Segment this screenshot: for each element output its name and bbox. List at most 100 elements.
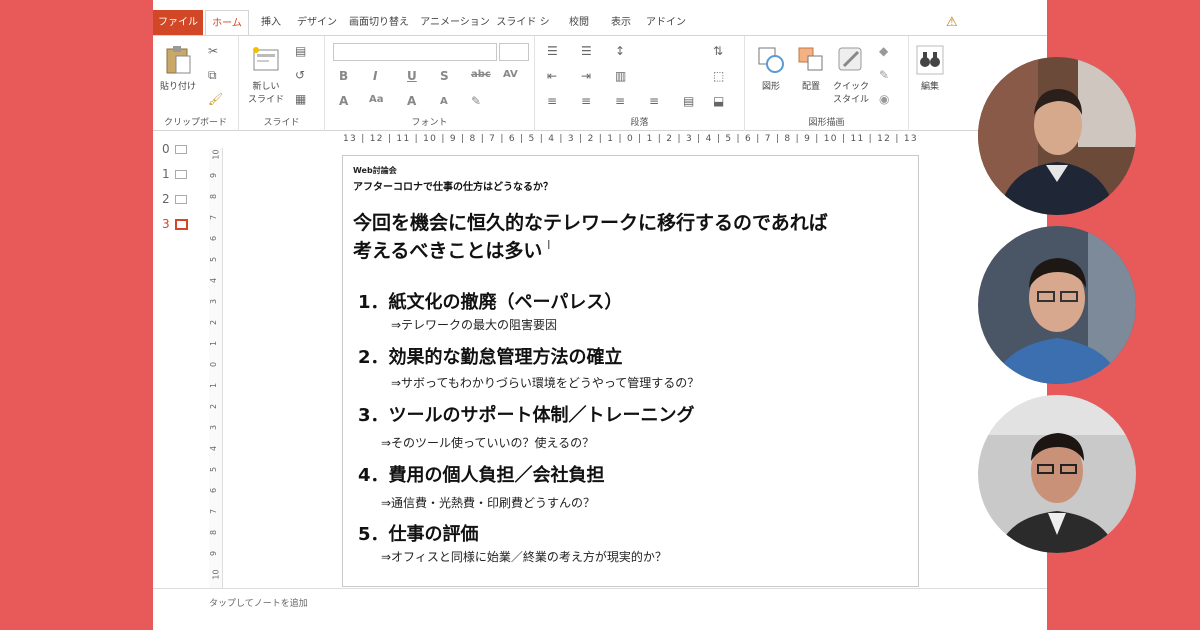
thumbnail-number: 2 — [162, 192, 170, 206]
list-item-note: ⇒テレワークの最大の阻害要因 — [391, 318, 558, 332]
tab-slideshow[interactable]: スライド ショー — [493, 10, 553, 53]
align-text-icon[interactable]: ⬚ — [713, 69, 724, 83]
vruler-tick: 2 — [209, 319, 219, 326]
font-color-icon[interactable]: A — [339, 94, 348, 108]
strikethrough-icon[interactable]: abc — [471, 69, 491, 80]
group-label-paragraph: 段落 — [630, 118, 649, 128]
bold-icon[interactable]: B — [339, 69, 348, 83]
smartart-icon[interactable]: ⬓ — [713, 94, 724, 108]
ribbon-tab-bar: ファイル ホーム 挿入 デザイン 画面切り替え アニメーション スライド ショー… — [153, 10, 1047, 53]
copy-icon[interactable]: ⧉ — [208, 68, 217, 83]
tab-addins[interactable]: アドイン — [643, 10, 689, 35]
numbering-icon[interactable]: ☰ — [581, 44, 592, 58]
vruler-tick: 8 — [209, 529, 219, 536]
shadow-icon[interactable]: S — [440, 69, 449, 83]
arrange-icon — [798, 47, 823, 71]
columns-icon[interactable]: ▥ — [615, 69, 626, 83]
participant-avatar — [978, 57, 1136, 215]
vruler-tick: 3 — [209, 298, 219, 305]
vruler-tick: 6 — [209, 235, 219, 242]
group-label-drawing: 図形描画 — [808, 118, 845, 128]
line-spacing-icon[interactable]: ↕ — [615, 44, 625, 58]
tab-view[interactable]: 表示 — [603, 10, 639, 35]
shape-effects-icon[interactable]: ◉ — [879, 92, 889, 106]
font-size-select[interactable] — [499, 43, 529, 61]
distributed-icon[interactable]: ▤ — [683, 94, 694, 108]
vruler-tick: 8 — [209, 193, 219, 200]
participant-avatar — [978, 395, 1136, 553]
arrange-button[interactable]: 配置 — [791, 44, 831, 92]
align-center-icon[interactable]: ≡ — [581, 94, 591, 108]
group-font: B I U S abc AV A Aa A A ✎ フォント — [325, 36, 535, 131]
tab-transitions[interactable]: 画面切り替え — [345, 10, 413, 35]
list-item-note: ⇒オフィスと同様に始業／終業の考え方が現実的か？ — [381, 550, 667, 564]
layout-icon[interactable]: ▤ — [295, 44, 306, 58]
tab-home[interactable]: ホーム — [205, 10, 249, 36]
tab-file[interactable]: ファイル — [153, 10, 203, 35]
bullets-icon[interactable]: ☰ — [547, 44, 558, 58]
vruler-tick: 10 — [211, 569, 221, 580]
vruler-tick: 5 — [209, 256, 219, 263]
slide-thumbnail[interactable]: 2 — [162, 192, 187, 206]
thumbnail-preview — [174, 170, 187, 179]
align-left-icon[interactable]: ≡ — [547, 94, 557, 108]
align-right-icon[interactable]: ≡ — [615, 94, 625, 108]
group-label-slides: スライド — [263, 118, 300, 128]
section-icon[interactable]: ▦ — [295, 92, 306, 106]
edit-button[interactable]: 編集 — [913, 44, 947, 92]
italic-icon[interactable]: I — [373, 69, 377, 83]
vruler-tick: 4 — [209, 445, 219, 452]
tab-review[interactable]: 校閲 — [561, 10, 597, 35]
underline-icon[interactable]: U — [407, 69, 417, 83]
paste-button[interactable]: 貼り付け — [158, 44, 198, 92]
slide-thumbnail-active[interactable]: 3 — [162, 217, 188, 231]
edit-label: 編集 — [920, 82, 939, 92]
quick-style-label-2: スタイル — [832, 95, 869, 105]
decrease-indent-icon[interactable]: ⇤ — [547, 69, 557, 83]
slide-thumbnail[interactable]: 0 — [162, 142, 187, 156]
notes-divider — [153, 588, 1047, 589]
paste-label: 貼り付け — [159, 82, 196, 92]
justify-icon[interactable]: ≡ — [649, 94, 659, 108]
participant-video-2 — [978, 226, 1136, 384]
vruler-tick: 4 — [209, 277, 219, 284]
cut-icon[interactable]: ✂ — [208, 44, 218, 58]
participant-avatar — [978, 226, 1136, 384]
change-case-icon[interactable]: Aa — [369, 94, 384, 105]
vertical-ruler: 10 9 8 7 6 5 4 3 2 1 0 1 2 3 4 5 6 7 8 9… — [209, 148, 223, 588]
new-slide-label-1: 新しい — [252, 82, 280, 92]
list-item-heading: 4．費用の個人負担／会社負担 — [358, 465, 605, 486]
shrink-font-icon[interactable]: A — [440, 96, 448, 107]
char-spacing-icon[interactable]: AV — [503, 69, 518, 80]
slide-canvas[interactable]: Web討論会 アフターコロナで仕事の仕方はどうなるか？ 今回を機会に恒久的なテレ… — [342, 155, 919, 587]
grow-font-icon[interactable]: A — [407, 94, 416, 108]
warning-icon[interactable]: ⚠ — [946, 15, 958, 30]
text-direction-icon[interactable]: ⇅ — [713, 44, 723, 58]
thumbnail-preview — [174, 219, 188, 230]
notes-placeholder[interactable]: タップしてノートを追加 — [209, 596, 308, 609]
clipboard-icon — [166, 46, 191, 74]
group-slides: 新しい スライド ▤ ↺ ▦ スライド — [239, 36, 325, 131]
tab-design[interactable]: デザイン — [293, 10, 341, 35]
vruler-tick: 10 — [211, 149, 221, 160]
reset-icon[interactable]: ↺ — [295, 68, 305, 82]
shape-fill-icon[interactable]: ◆ — [879, 44, 888, 58]
shape-outline-icon[interactable]: ✎ — [879, 68, 889, 82]
list-item-heading: 3．ツールのサポート体制／トレーニング — [358, 405, 695, 426]
format-painter-icon[interactable]: 🖌 — [208, 92, 223, 106]
quick-style-button[interactable]: クイック スタイル — [831, 44, 871, 105]
clear-format-icon[interactable]: ✎ — [471, 94, 481, 108]
font-family-select[interactable] — [333, 43, 497, 61]
group-editing: 編集 — [909, 36, 949, 131]
increase-indent-icon[interactable]: ⇥ — [581, 69, 591, 83]
new-slide-button[interactable]: 新しい スライド — [243, 44, 289, 105]
tab-insert[interactable]: 挿入 — [253, 10, 289, 35]
list-item-heading: 2．効果的な勤怠管理方法の確立 — [358, 347, 623, 368]
group-paragraph: ☰ ☰ ↕ ⇅ ⇤ ⇥ ▥ ⬚ ≡ ≡ ≡ ≡ ▤ ⬓ 段落 — [535, 36, 745, 131]
tab-animations[interactable]: アニメーション — [419, 10, 491, 35]
thumbnail-number: 3 — [162, 217, 170, 231]
shapes-button[interactable]: 図形 — [751, 44, 791, 92]
quick-style-label-1: クイック — [832, 82, 869, 92]
text-cursor-icon: I — [547, 238, 551, 252]
slide-thumbnail[interactable]: 1 — [162, 167, 187, 181]
